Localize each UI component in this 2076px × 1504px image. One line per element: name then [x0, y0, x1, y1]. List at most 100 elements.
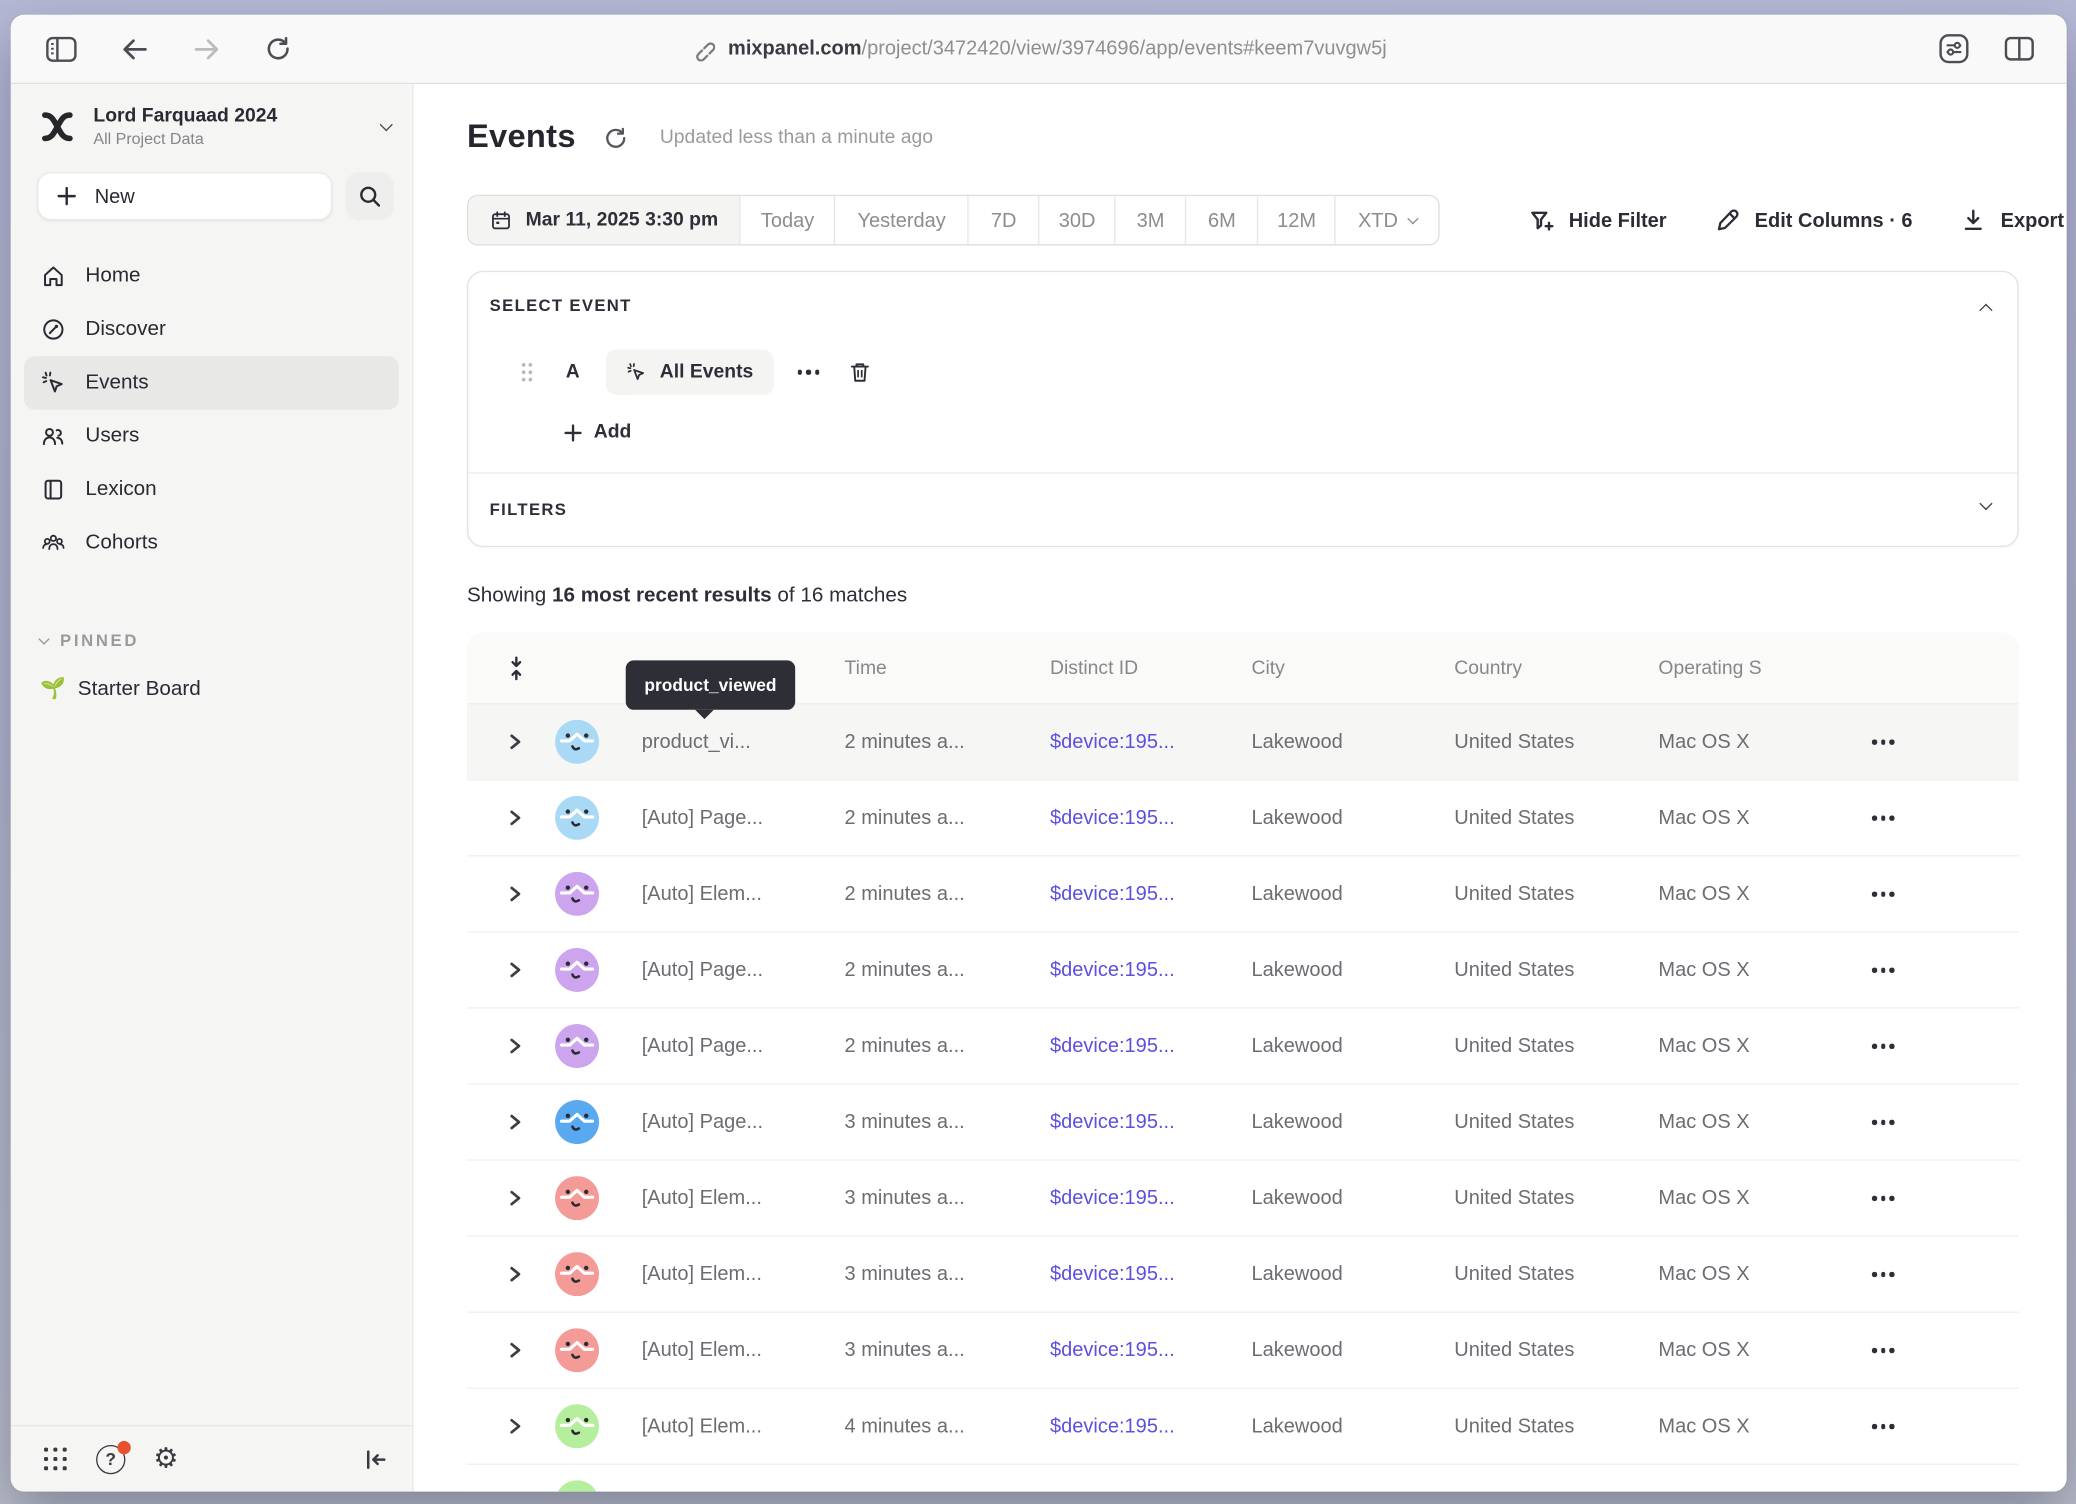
sidebar-toggle-icon[interactable]: [45, 35, 77, 62]
column-header-country[interactable]: Country: [1454, 657, 1522, 678]
distinct-id-link[interactable]: $device:195...: [1050, 1263, 1175, 1286]
preset-30d[interactable]: 30D: [1040, 196, 1116, 244]
preset-7d[interactable]: 7D: [969, 196, 1040, 244]
hide-filter-button[interactable]: Hide Filter: [1527, 207, 1666, 232]
event-name[interactable]: [Auto] Page...: [642, 1035, 763, 1058]
column-header-time[interactable]: Time: [845, 657, 887, 678]
event-name[interactable]: [Auto] Page...: [642, 1111, 763, 1134]
forward-button-icon[interactable]: [192, 37, 221, 61]
preset-xtd[interactable]: XTD: [1336, 196, 1439, 244]
drag-handle-icon[interactable]: [520, 362, 533, 383]
new-button[interactable]: New: [37, 172, 332, 220]
event-name[interactable]: [Auto] Elem...: [642, 1339, 762, 1362]
back-button-icon[interactable]: [120, 37, 149, 61]
column-header-distinct-id[interactable]: Distinct ID: [1050, 657, 1138, 678]
distinct-id-link[interactable]: $device:195...: [1050, 1187, 1175, 1210]
row-expand-chevron-icon[interactable]: [507, 961, 523, 980]
distinct-id-link[interactable]: $device:195...: [1050, 1111, 1175, 1134]
event-name[interactable]: [Auto] Elem...: [642, 1263, 762, 1286]
event-name[interactable]: [Auto] Elem...: [642, 883, 762, 906]
row-expand-chevron-icon[interactable]: [507, 1113, 523, 1132]
distinct-id-link[interactable]: $device:195...: [1050, 959, 1175, 982]
chevron-down-icon[interactable]: [1979, 497, 1992, 510]
address-bar[interactable]: mixpanel.com/project/3472420/view/397469…: [411, 37, 1666, 61]
row-actions-button[interactable]: [1872, 1196, 1894, 1201]
table-row[interactable]: [Auto] Page... 3 minutes a... $device:19…: [467, 1085, 2019, 1161]
event-name[interactable]: [Auto] Elem...: [642, 1415, 762, 1438]
event-time: 2 minutes a...: [845, 883, 965, 906]
distinct-id-link[interactable]: $device:195...: [1050, 807, 1175, 830]
event-more-button[interactable]: [797, 370, 819, 375]
row-actions-button[interactable]: [1872, 816, 1894, 821]
reload-button-icon[interactable]: [264, 35, 292, 63]
refresh-icon[interactable]: [602, 125, 627, 150]
chevron-up-icon[interactable]: [1979, 304, 1992, 317]
row-expand-chevron-icon[interactable]: [507, 1341, 523, 1360]
sidebar-item-discover[interactable]: Discover: [24, 303, 399, 356]
row-expand-chevron-icon[interactable]: [507, 1189, 523, 1208]
trash-icon[interactable]: [849, 360, 872, 384]
table-row[interactable]: [Auto] Elem... 3 minutes a... $device:19…: [467, 1313, 2019, 1389]
split-view-icon[interactable]: [2004, 36, 2035, 61]
pinned-section-header[interactable]: PINNED: [11, 631, 413, 650]
column-header-city[interactable]: City: [1251, 657, 1284, 678]
row-actions-button[interactable]: [1872, 1044, 1894, 1049]
project-switcher[interactable]: Lord Farquaad 2024 All Project Data: [11, 84, 413, 148]
date-picker-button[interactable]: Mar 11, 2025 3:30 pm: [468, 196, 741, 244]
event-name[interactable]: product_vi...: [642, 730, 751, 753]
column-header-operating-system[interactable]: Operating S: [1658, 657, 1761, 678]
table-row[interactable]: [Auto] Page... 2 minutes a... $device:19…: [467, 1009, 2019, 1085]
preset-12m[interactable]: 12M: [1259, 196, 1336, 244]
settings-gear-icon[interactable]: ⚙: [153, 1445, 178, 1473]
table-row[interactable]: [Auto] Elem... 3 minutes a... $device:19…: [467, 1161, 2019, 1237]
row-actions-button[interactable]: [1872, 1120, 1894, 1125]
row-actions-button[interactable]: [1872, 968, 1894, 973]
row-expand-chevron-icon[interactable]: [507, 732, 523, 751]
table-row[interactable]: [Auto] Elem... 4 minutes a... $device:19…: [467, 1389, 2019, 1465]
export-button[interactable]: Export: [1961, 207, 2064, 234]
row-actions-button[interactable]: [1872, 739, 1894, 744]
apps-grid-icon[interactable]: [43, 1446, 68, 1471]
distinct-id-link[interactable]: $device:195...: [1050, 730, 1175, 753]
row-expand-chevron-icon[interactable]: [507, 1037, 523, 1056]
collapse-sidebar-icon[interactable]: [362, 1446, 389, 1473]
distinct-id-link[interactable]: $device:195...: [1050, 883, 1175, 906]
row-actions-button[interactable]: [1872, 892, 1894, 897]
distinct-id-link[interactable]: $device:195...: [1050, 1035, 1175, 1058]
chevron-down-icon: [1407, 212, 1418, 223]
preset-today[interactable]: Today: [741, 196, 836, 244]
sidebar-item-users[interactable]: Users: [24, 410, 399, 463]
distinct-id-link[interactable]: $device:195...: [1050, 1415, 1175, 1438]
edit-columns-button[interactable]: Edit Columns · 6: [1715, 207, 1913, 234]
sidebar-item-cohorts[interactable]: Cohorts: [24, 516, 399, 569]
table-row[interactable]: [Auto] Page... 2 minutes a... $device:19…: [467, 933, 2019, 1009]
add-event-button[interactable]: Add: [564, 422, 631, 443]
event-name[interactable]: [Auto] Page...: [642, 959, 763, 982]
row-expand-chevron-icon[interactable]: [507, 1417, 523, 1436]
preset-6m[interactable]: 6M: [1186, 196, 1258, 244]
preset-3m[interactable]: 3M: [1116, 196, 1187, 244]
table-row[interactable]: [Auto] Page... 2 minutes a... $device:19…: [467, 781, 2019, 857]
preset-yesterday[interactable]: Yesterday: [836, 196, 969, 244]
sidebar-item-lexicon[interactable]: Lexicon: [24, 463, 399, 516]
row-actions-button[interactable]: [1872, 1424, 1894, 1429]
event-name[interactable]: [Auto] Page...: [642, 807, 763, 830]
sidebar-item-starter-board[interactable]: 🌱 Starter Board: [11, 676, 413, 701]
help-button[interactable]: ?: [96, 1444, 125, 1473]
table-row[interactable]: [467, 1465, 2019, 1492]
row-actions-button[interactable]: [1872, 1272, 1894, 1277]
distinct-id-link[interactable]: $device:195...: [1050, 1339, 1175, 1362]
event-selector-pill[interactable]: All Events: [606, 350, 773, 395]
page-settings-icon[interactable]: [1939, 33, 1970, 64]
table-row[interactable]: [Auto] Elem... 3 minutes a... $device:19…: [467, 1237, 2019, 1313]
event-name[interactable]: [Auto] Elem...: [642, 1187, 762, 1210]
row-expand-chevron-icon[interactable]: [507, 809, 523, 828]
sidebar-item-events[interactable]: Events: [24, 356, 399, 409]
row-expand-chevron-icon[interactable]: [507, 1265, 523, 1284]
table-row[interactable]: [Auto] Elem... 2 minutes a... $device:19…: [467, 857, 2019, 933]
search-button[interactable]: [346, 172, 394, 220]
collapse-all-icon[interactable]: [507, 655, 526, 680]
sidebar-item-home[interactable]: Home: [24, 249, 399, 302]
row-expand-chevron-icon[interactable]: [507, 885, 523, 904]
row-actions-button[interactable]: [1872, 1348, 1894, 1353]
